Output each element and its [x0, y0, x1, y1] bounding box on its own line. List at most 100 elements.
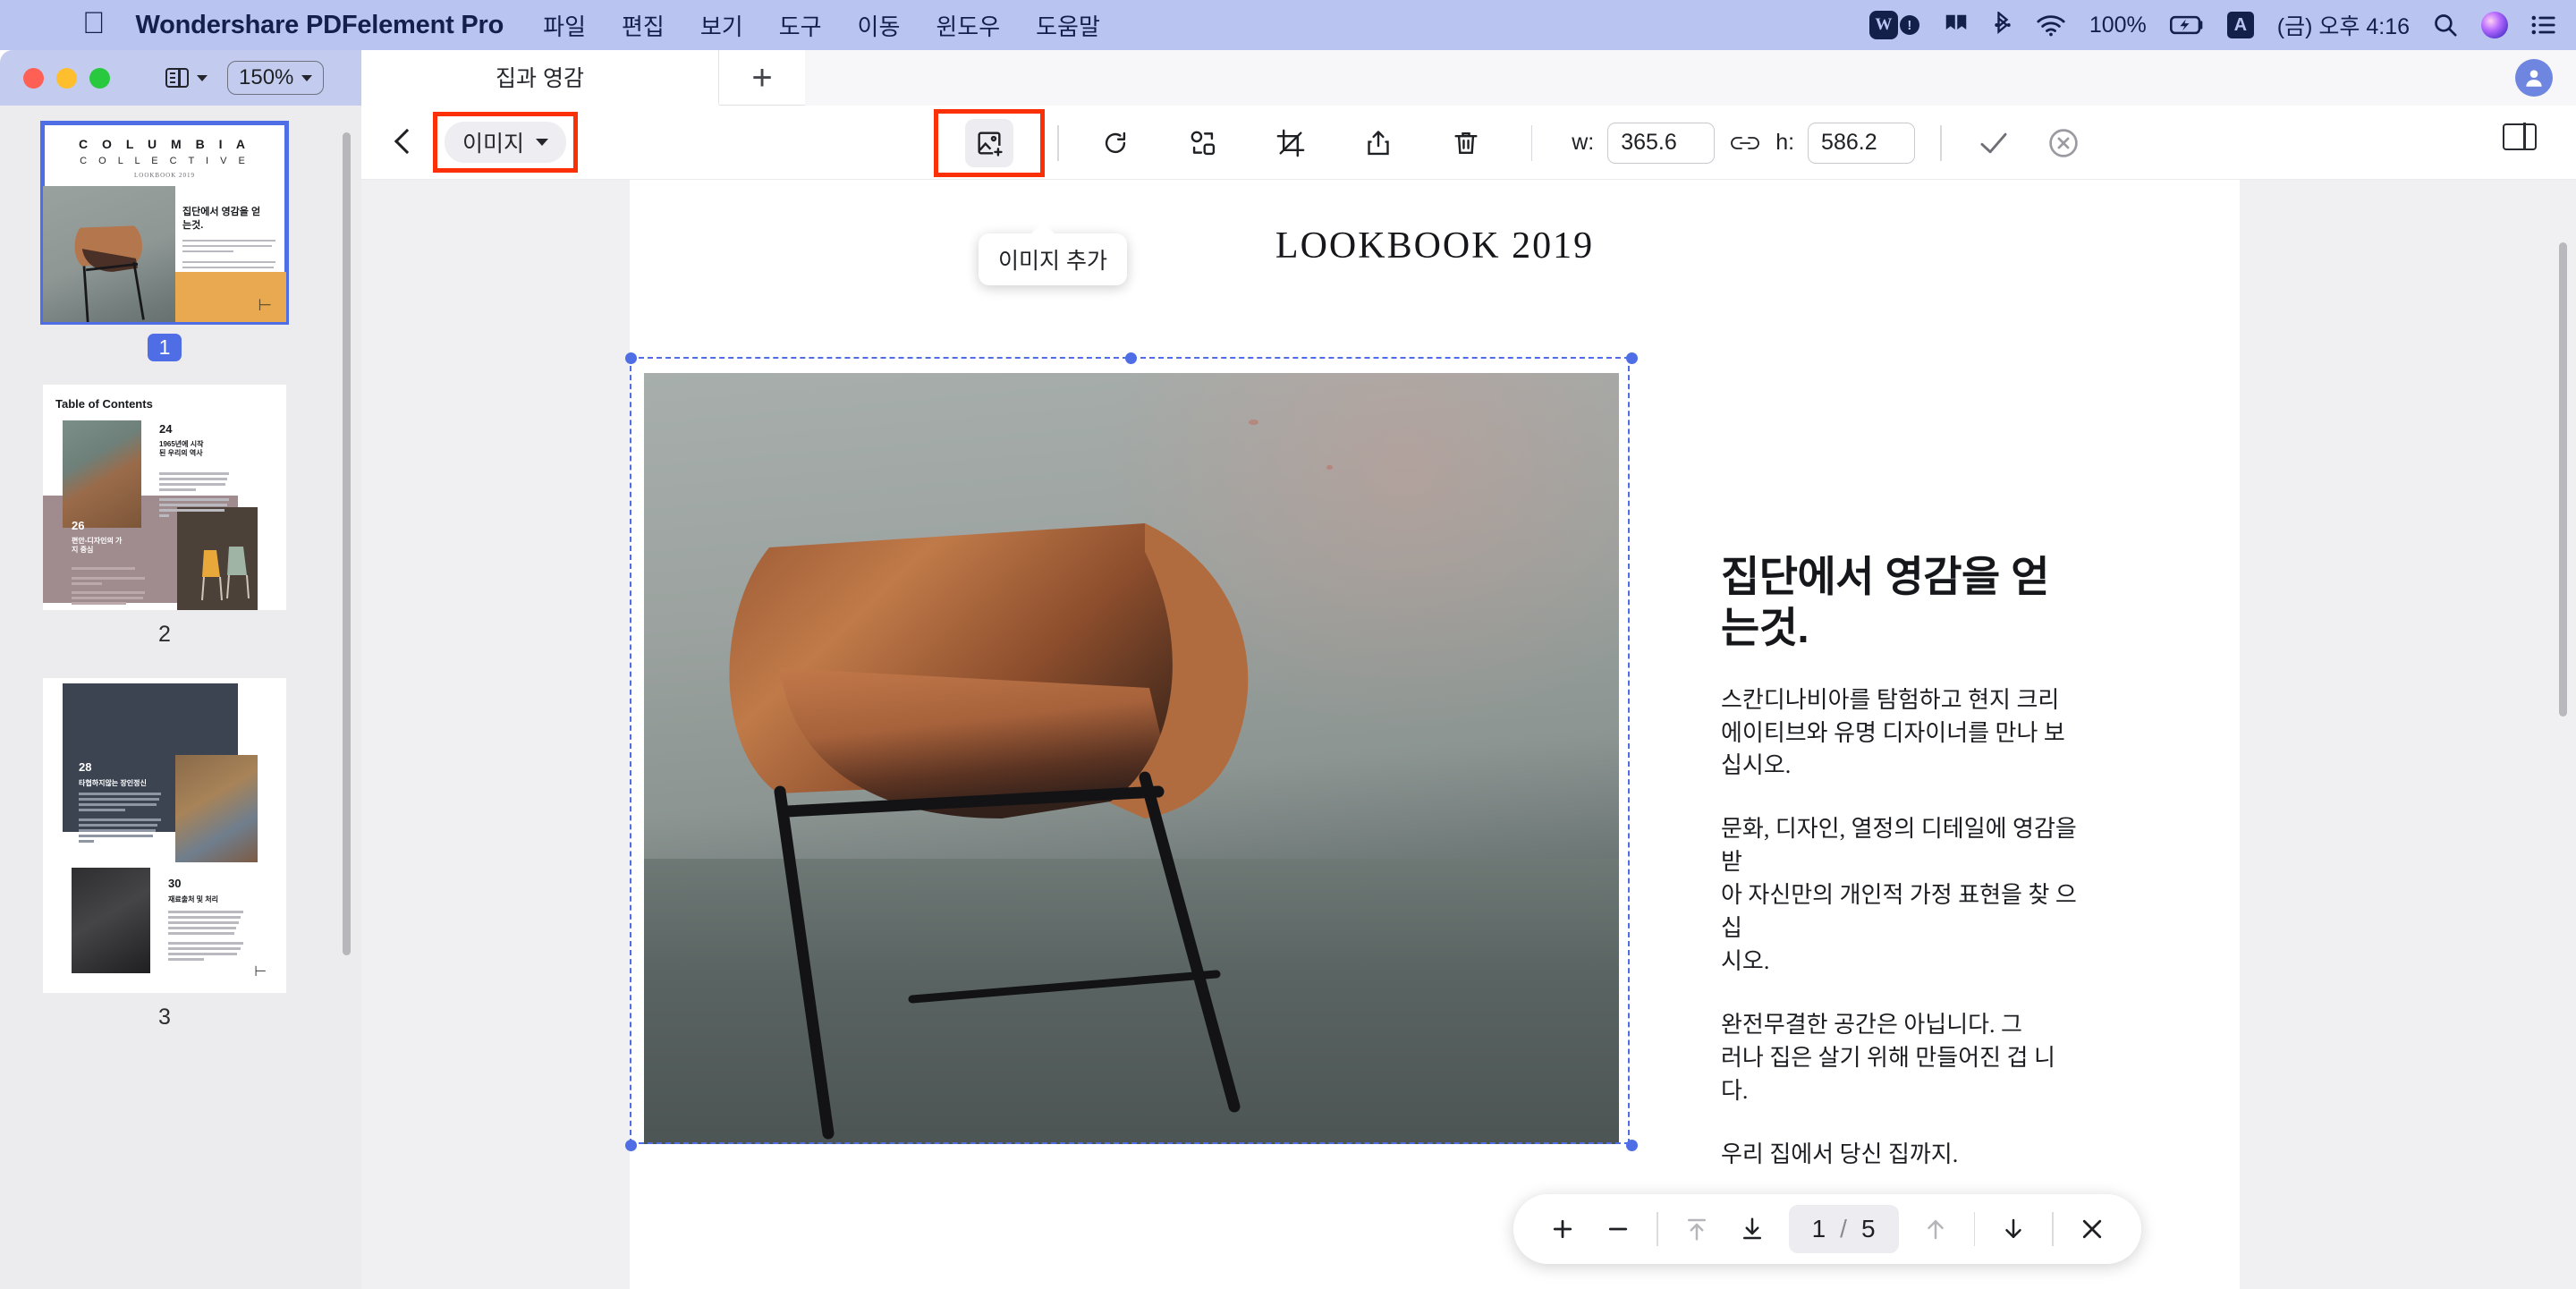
thumbnail-page-1[interactable]: C O L U M B I A C O L L E C T I V E LOOK…	[40, 121, 289, 325]
new-tab-button[interactable]: +	[719, 50, 805, 106]
thumbnail-page-2[interactable]: Table of Contents 24 1965년에 시작 된 우리의 역사	[43, 385, 286, 610]
toolbar-divider	[1530, 124, 1533, 161]
right-panel-toggle-button[interactable]	[2503, 123, 2542, 163]
page-number-input[interactable]: 1 / 5	[1788, 1205, 1899, 1253]
document-canvas[interactable]: LOOKBOOK 2019 집단에서 영감을 얻 는것. 스칸디나비아를 탐험하…	[361, 180, 2576, 1289]
plus-icon	[1553, 1219, 1572, 1239]
back-button[interactable]	[390, 129, 417, 156]
document-scrollbar[interactable]	[2559, 242, 2567, 717]
thumbnail-item-3[interactable]: 28 타협하지않는 장인정신 30 재료출처 및 처리 ⊢ 3	[43, 678, 286, 1030]
tab-strip: 집과 영감 +	[361, 50, 805, 106]
circle-x-icon	[2048, 128, 2078, 157]
resize-handle-top-right[interactable]	[1626, 352, 1638, 364]
minus-icon	[1608, 1227, 1628, 1231]
trash-icon	[1454, 131, 1478, 154]
cancel-button[interactable]	[2040, 120, 2087, 166]
battery-percent-label: 100%	[2089, 12, 2147, 38]
page-thumbnail-sidebar[interactable]: C O L U M B I A C O L L E C T I V E LOOK…	[0, 106, 361, 1289]
thumb1-brand-line1: C O L U M B I A	[79, 137, 250, 151]
wps-status-item[interactable]: W !	[1868, 11, 1919, 39]
thumb1-brand-block: C O L U M B I A C O L L E C T I V E LOOK…	[43, 123, 286, 179]
minimize-window-button[interactable]	[56, 67, 77, 89]
thumb3-entry-0-text: 타협하지않는 장인정신	[79, 779, 147, 787]
menu-item-help[interactable]: 도움말	[1036, 9, 1100, 42]
share-up-icon	[1367, 130, 1389, 155]
resize-handle-bottom-left[interactable]	[625, 1140, 637, 1151]
thumb2-photo-sofa	[63, 420, 141, 528]
replace-button[interactable]	[1179, 119, 1227, 167]
thumbnail-page-number-2: 2	[158, 622, 171, 647]
menu-item-view[interactable]: 보기	[700, 9, 743, 42]
thumb3-photo-workshop	[175, 755, 258, 862]
input-source-icon[interactable]: A	[2226, 12, 2254, 38]
toolbar-divider	[1940, 124, 1942, 161]
page-paragraph-2: 문화, 디자인, 열정의 디테일에 영감을 받아 자신만의 개인적 가정 표현을…	[1721, 816, 2077, 974]
thumbnail-item-2[interactable]: Table of Contents 24 1965년에 시작 된 우리의 역사	[43, 385, 286, 648]
delete-button[interactable]	[1442, 119, 1490, 167]
control-center-icon[interactable]	[2531, 14, 2556, 36]
zoom-window-button[interactable]	[89, 67, 110, 89]
prev-page-button[interactable]	[1726, 1203, 1778, 1255]
aspect-ratio-lock-button[interactable]	[1728, 126, 1762, 160]
crop-button[interactable]	[1267, 119, 1315, 167]
object-type-select[interactable]: 이미지	[445, 122, 567, 163]
image-plus-icon	[978, 131, 1003, 157]
thumb3-entry-1-lines	[168, 911, 243, 963]
apple-icon[interactable]: 	[82, 8, 106, 38]
menu-item-window[interactable]: 윈도우	[936, 9, 1000, 42]
chevron-down-icon	[536, 139, 549, 146]
thumb3-entry-0-num: 28	[79, 760, 92, 774]
sidebar-scrollbar[interactable]	[343, 132, 351, 955]
menubar-clock[interactable]: (금) 오후 4:16	[2277, 9, 2410, 41]
thumb3-entry-0-lines	[79, 793, 161, 845]
pdf-page-1[interactable]: LOOKBOOK 2019 집단에서 영감을 얻 는것. 스칸디나비아를 탐험하…	[625, 180, 2240, 1289]
close-window-button[interactable]	[23, 67, 44, 89]
first-page-button[interactable]	[1671, 1203, 1723, 1255]
windows-flag-icon[interactable]	[1943, 12, 1970, 38]
export-button[interactable]	[1354, 119, 1402, 167]
tooltip-text: 이미지 추가	[998, 249, 1107, 274]
tab-label: 집과 영감	[496, 65, 584, 91]
menu-item-go[interactable]: 이동	[858, 9, 901, 42]
rotate-button[interactable]	[1091, 119, 1140, 167]
width-value: 365.6	[1621, 130, 1677, 155]
close-pagenav-button[interactable]	[2066, 1203, 2118, 1255]
menu-item-tools[interactable]: 도구	[779, 9, 822, 42]
siri-icon[interactable]	[2481, 12, 2508, 38]
account-avatar-button[interactable]	[2515, 59, 2553, 97]
add-image-button[interactable]	[965, 118, 1013, 167]
current-page-value: 1	[1811, 1215, 1826, 1242]
battery-charging-icon[interactable]	[2169, 14, 2204, 36]
page-text-column[interactable]: 집단에서 영감을 얻 는것. 스칸디나비아를 탐험하고 현지 크리 에이티브와 유명…	[1721, 551, 2088, 1172]
zoom-out-button[interactable]	[1592, 1203, 1644, 1255]
wifi-icon[interactable]	[2036, 13, 2066, 37]
bluetooth-icon[interactable]	[1993, 12, 2012, 38]
menu-item-edit[interactable]: 편집	[622, 9, 665, 42]
thumbnail-page-3[interactable]: 28 타협하지않는 장인정신 30 재료출처 및 처리 ⊢	[43, 678, 286, 993]
menu-item-file[interactable]: 파일	[543, 9, 586, 42]
object-edit-toolbar: 이미지 w: 365.6 h: 586.2	[361, 106, 2576, 180]
height-input[interactable]: 586.2	[1808, 122, 1916, 164]
thumb1-brand-line2: C O L L E C T I V E	[80, 156, 250, 166]
tab-document[interactable]: 집과 영감	[361, 50, 719, 106]
arrow-up-to-line-icon	[1687, 1218, 1706, 1241]
thumb3-entry-1-text: 재료출처 및 처리	[168, 895, 218, 903]
width-input[interactable]: 365.6	[1607, 122, 1716, 164]
page-header-lookbook: LOOKBOOK 2019	[1275, 225, 1595, 267]
resize-handle-bottom-right[interactable]	[1626, 1140, 1638, 1151]
confirm-button[interactable]	[1970, 120, 2017, 166]
search-icon[interactable]	[2433, 13, 2458, 38]
app-name-label[interactable]: Wondershare PDFelement Pro	[136, 11, 504, 40]
zoom-in-button[interactable]	[1537, 1203, 1589, 1255]
sidebar-toggle-button[interactable]	[165, 67, 208, 88]
scroll-down-button[interactable]	[1987, 1203, 2039, 1255]
resize-handle-top-left[interactable]	[625, 352, 637, 364]
scroll-up-button[interactable]	[1910, 1203, 1962, 1255]
alert-icon: !	[1899, 15, 1919, 35]
selected-image-object[interactable]	[625, 352, 1638, 1151]
thumbnail-item-1[interactable]: C O L U M B I A C O L L E C T I V E LOOK…	[40, 121, 289, 361]
zoom-level-select[interactable]: 150%	[227, 61, 325, 95]
x-icon	[2082, 1219, 2101, 1239]
crop-icon	[1276, 129, 1304, 157]
resize-handle-top-center[interactable]	[1125, 352, 1137, 364]
